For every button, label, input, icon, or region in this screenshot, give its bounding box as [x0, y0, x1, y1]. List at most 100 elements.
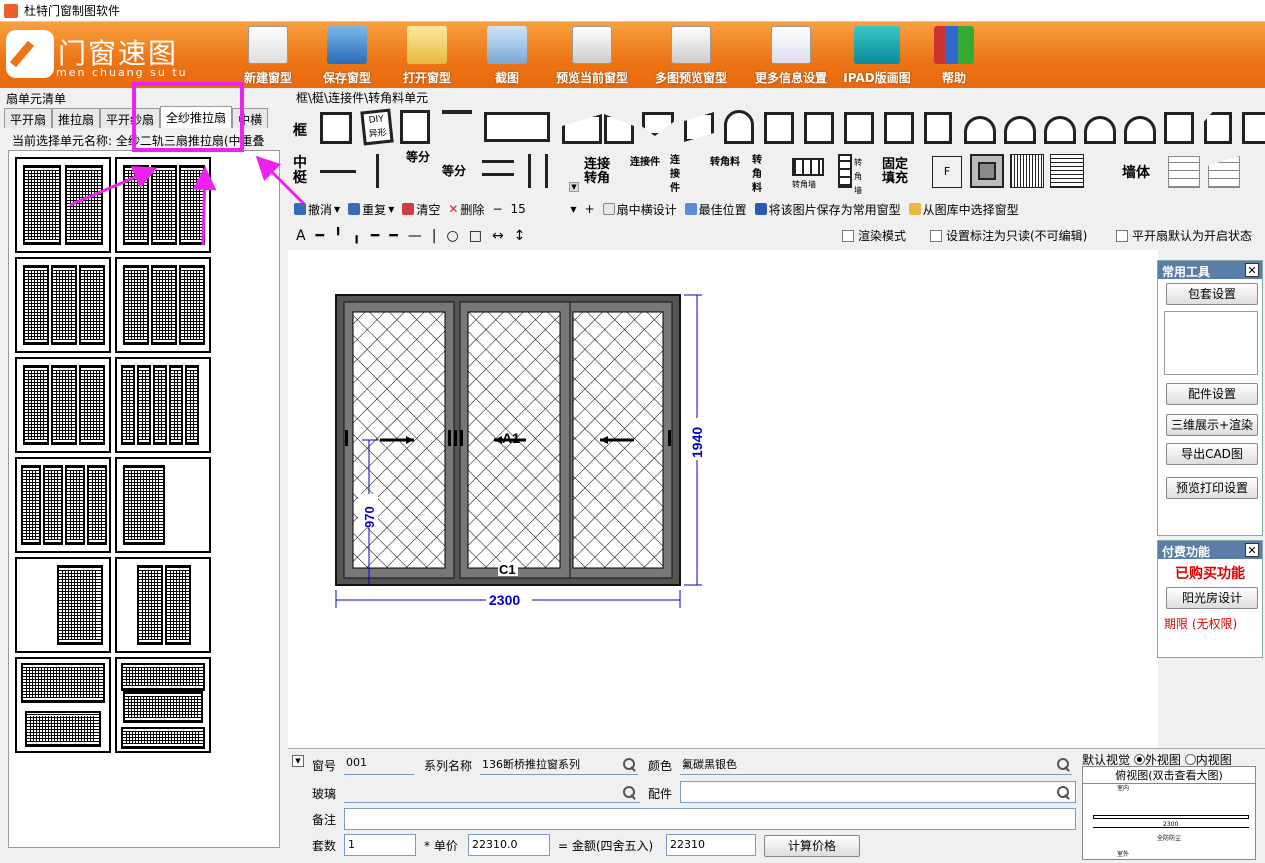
frame-rect-shape[interactable]: [320, 112, 352, 144]
equal-split-v-tool[interactable]: 等分: [442, 164, 466, 178]
frame-shape[interactable]: [1204, 112, 1232, 144]
price-field[interactable]: 22310.0: [468, 834, 550, 856]
tab-sliding[interactable]: 推拉扇: [52, 108, 101, 128]
font-minus-button[interactable]: −: [490, 202, 504, 216]
frame-shape[interactable]: [924, 112, 952, 144]
glass-fill-tool[interactable]: [970, 154, 1004, 188]
best-position-button[interactable]: 最佳位置: [683, 201, 749, 218]
open-window-button[interactable]: 打开窗型: [398, 26, 456, 88]
double-mullion-tool[interactable]: [482, 160, 514, 176]
frame-shape[interactable]: [724, 110, 754, 144]
preview-current-button[interactable]: 预览当前窗型: [548, 26, 636, 88]
plan-view-thumbnail[interactable]: 俯视图(双击查看大图) 室内 2300 全防防尘 室外: [1082, 766, 1256, 860]
arrow-left-tool-icon[interactable]: ━: [316, 228, 324, 244]
amount-field[interactable]: 22310: [666, 834, 756, 856]
arrow-right-tool-icon[interactable]: ━: [371, 228, 379, 244]
equal-split-h-tool[interactable]: 等分: [400, 150, 436, 164]
louver-fill-tool[interactable]: [1050, 154, 1084, 188]
arch-shape[interactable]: [1084, 116, 1116, 144]
more-settings-button[interactable]: 更多信息设置: [748, 26, 834, 88]
sash-transom-button[interactable]: 扇中横设计: [601, 201, 679, 218]
arch-shape[interactable]: [964, 116, 996, 144]
angled-wall-tool[interactable]: [1208, 156, 1240, 188]
sash-thumb[interactable]: [115, 357, 211, 453]
close-icon[interactable]: ✕: [1245, 263, 1259, 277]
export-cad-button[interactable]: 导出CAD图: [1166, 443, 1258, 465]
inner-view-radio[interactable]: [1184, 754, 1196, 765]
multi-preview-button[interactable]: 多图预览窗型: [646, 26, 736, 88]
print-preview-settings-button[interactable]: 预览打印设置: [1166, 477, 1258, 499]
ipad-draw-button[interactable]: IPAD版画图: [842, 26, 912, 88]
window-no-field[interactable]: 001: [344, 753, 414, 775]
package-settings-button[interactable]: 包套设置: [1166, 283, 1258, 305]
sash-thumb[interactable]: [15, 257, 111, 353]
collapse-icon[interactable]: ▼: [292, 755, 304, 767]
color-field[interactable]: 氟碳黑银色: [680, 753, 1072, 775]
line-left-tool-icon[interactable]: ━: [389, 228, 397, 244]
corner-h-tool[interactable]: 转角料: [710, 156, 740, 170]
accessory-search-icon[interactable]: [1056, 785, 1070, 799]
arch-shape[interactable]: [1124, 116, 1156, 144]
frame-shape[interactable]: [524, 112, 550, 142]
save-window-button[interactable]: 保存窗型: [318, 26, 376, 88]
connector-h-tool[interactable]: 连接件: [630, 156, 660, 170]
connect-corner-tool[interactable]: 连接转角: [584, 158, 614, 186]
corner-wall-h-icon[interactable]: [792, 158, 824, 176]
fixed-fill-tool[interactable]: 固定填充: [882, 158, 912, 186]
v-dimension-tool-icon[interactable]: ↕: [514, 228, 526, 244]
series-field[interactable]: 136断桥推拉窗系列: [480, 753, 638, 775]
brick-wall-tool[interactable]: [1168, 156, 1200, 188]
undo-button[interactable]: 撤消 ▼: [292, 201, 342, 218]
series-search-icon[interactable]: [622, 757, 636, 771]
window-drawing[interactable]: A1 C1 2300 1940 970: [288, 250, 1158, 748]
sash-thumb[interactable]: [115, 257, 211, 353]
arch-shape[interactable]: [1004, 116, 1036, 144]
line-tool-icon[interactable]: —: [408, 228, 422, 244]
frame-shape[interactable]: [884, 112, 914, 144]
note-field[interactable]: [344, 808, 1076, 830]
frame-shape[interactable]: [764, 112, 794, 144]
screen-fill-tool[interactable]: [1010, 154, 1044, 188]
sash-thumb[interactable]: [15, 557, 111, 653]
close-icon[interactable]: ✕: [1245, 543, 1259, 557]
arrow-up-tool-icon[interactable]: ╻: [352, 228, 360, 244]
h-dimension-tool-icon[interactable]: ↔: [492, 228, 504, 244]
clear-button[interactable]: 清空: [400, 201, 442, 218]
3d-render-button[interactable]: 三维展示+渲染: [1166, 414, 1258, 436]
drawing-canvas[interactable]: A1 C1 2300 1940 970: [288, 250, 1158, 748]
arch-shape[interactable]: [1044, 116, 1076, 144]
mullion-h-tool[interactable]: [320, 170, 356, 173]
screenshot-button[interactable]: 截图: [484, 26, 530, 88]
font-size-select[interactable]: 15 ▼: [509, 202, 579, 216]
frame-shape[interactable]: [642, 112, 674, 136]
frame-shape[interactable]: [484, 112, 524, 142]
frame-shape[interactable]: [1164, 112, 1194, 144]
double-mullion-v-tool[interactable]: [528, 154, 548, 188]
accessory-settings-button[interactable]: 配件设置: [1166, 383, 1258, 405]
diy-shape[interactable]: DIY异形: [360, 108, 394, 146]
rect-tool-icon[interactable]: □: [469, 228, 482, 244]
color-search-icon[interactable]: [1056, 757, 1070, 771]
corner-v-tool[interactable]: 转角料: [752, 154, 764, 196]
text-tool-icon[interactable]: A: [296, 228, 306, 244]
glass-search-icon[interactable]: [622, 785, 636, 799]
render-mode-checkbox[interactable]: 渲染模式: [842, 227, 906, 244]
sash-thumb[interactable]: [115, 457, 211, 553]
frame-shape[interactable]: [442, 110, 472, 114]
more-dropdown-icon[interactable]: ▼: [569, 182, 579, 192]
tab-casement[interactable]: 平开扇: [4, 108, 53, 128]
sunroom-design-button[interactable]: 阳光房设计: [1166, 587, 1258, 609]
sash-thumb[interactable]: [15, 357, 111, 453]
glass-field[interactable]: [344, 781, 640, 803]
frame-shape[interactable]: [804, 112, 834, 144]
frame-shape[interactable]: [684, 112, 714, 142]
arrow-down-tool-icon[interactable]: ╹: [334, 228, 342, 244]
mullion-v-tool[interactable]: [376, 154, 379, 188]
circle-tool-icon[interactable]: ○: [446, 228, 458, 244]
outer-view-radio[interactable]: [1133, 754, 1145, 765]
vline-tool-icon[interactable]: |: [432, 228, 437, 244]
readonly-label-checkbox[interactable]: 设置标注为只读(不可编辑): [930, 227, 1087, 244]
save-template-button[interactable]: 将该图片保存为常用窗型: [753, 201, 903, 218]
frame-shape[interactable]: [604, 114, 634, 144]
delete-button[interactable]: ✕ 删除: [446, 201, 486, 218]
